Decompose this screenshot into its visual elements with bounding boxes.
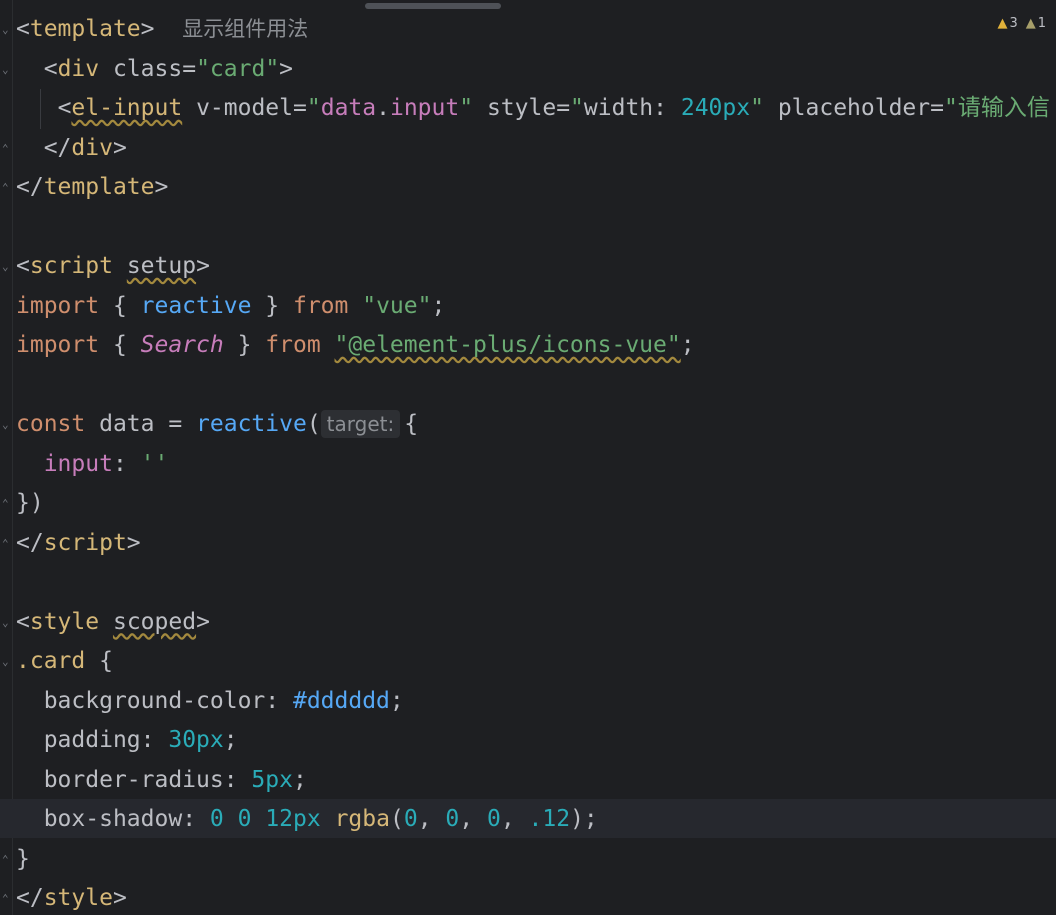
code-line[interactable] [0,366,83,406]
fold-icon[interactable]: ⌄ [2,10,9,50]
code-line[interactable]: ⌃ </div> [0,129,127,169]
code-line[interactable]: ⌄ .card { [0,642,113,682]
warning-icon: ▲ [997,16,1008,31]
code-editor[interactable]: ▲ 3 ▲ 1 ⌄ <template> 显示组件用法 ⌄ <div class="… [0,0,1056,915]
code-line[interactable] [0,208,83,248]
code-line[interactable]: ⌃ </template> [0,168,168,208]
code-line[interactable]: ⌃ }) [0,484,83,524]
fold-icon[interactable]: ⌄ [2,603,9,643]
code-area[interactable]: ⌄ <template> 显示组件用法 ⌄ <div class="card">… [0,10,1050,915]
fold-icon[interactable]: ⌃ [2,524,9,564]
fold-icon[interactable]: ⌄ [2,405,9,445]
code-line[interactable]: ⌄ <style scoped> [0,603,210,643]
code-line-current[interactable]: box-shadow: 0 0 12px rgba(0, 0, 0, .12); [0,800,598,840]
inlay-hint: 显示组件用法 [182,17,309,41]
code-line[interactable]: ⌃ </script> [0,524,141,564]
fold-icon[interactable]: ⌄ [2,642,9,682]
fold-icon[interactable]: ⌄ [2,50,9,90]
code-line[interactable]: <el-input v-model="data.input" style="wi… [0,89,1050,129]
weak-warning-icon: ▲ [1025,16,1036,31]
code-line[interactable]: import { Search } from "@element-plus/ic… [0,326,695,366]
code-line[interactable]: ⌄ <template> 显示组件用法 [0,10,308,50]
warnings-indicator[interactable]: ▲ 3 [997,16,1017,31]
code-line[interactable]: ⌃ </style> [0,879,127,915]
inspection-widget[interactable]: ▲ 3 ▲ 1 [997,16,1046,31]
fold-icon[interactable]: ⌃ [2,168,9,208]
code-line[interactable] [0,563,83,603]
parameter-hint: target: [320,410,401,438]
weak-warnings-indicator[interactable]: ▲ 1 [1026,16,1046,31]
fold-icon[interactable]: ⌃ [2,484,9,524]
fold-icon[interactable]: ⌃ [2,129,9,169]
horizontal-scrollbar[interactable] [365,3,501,9]
code-line[interactable]: padding: 30px; [0,721,238,761]
code-line[interactable]: ⌄ <div class="card"> [0,50,293,90]
code-line[interactable]: ⌃ } [0,840,83,880]
code-line[interactable]: input: '' [0,445,169,485]
code-line[interactable]: background-color: #dddddd; [0,682,404,722]
code-line[interactable]: import { reactive } from "vue"; [0,287,445,327]
code-line[interactable]: border-radius: 5px; [0,761,307,801]
code-line[interactable]: ⌄ <script setup> [0,247,210,287]
code-line[interactable]: ⌄ const data = reactive(target:{ [0,405,418,445]
fold-icon[interactable]: ⌃ [2,879,9,915]
fold-icon[interactable]: ⌄ [2,247,9,287]
fold-icon[interactable]: ⌃ [2,840,9,880]
